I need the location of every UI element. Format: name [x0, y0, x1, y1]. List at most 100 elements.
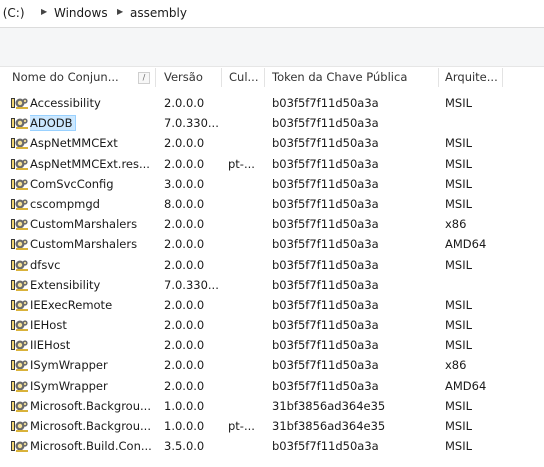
cell-name: ISymWrapper [30, 378, 108, 393]
cell-architecture: AMD64 [445, 378, 487, 393]
table-row[interactable]: IIEHost 2.0.0.0 b03f5f7f11d50a3a MSIL [0, 335, 544, 355]
cell-name: CustomMarshalers [30, 217, 138, 232]
cell-architecture: MSIL [445, 338, 473, 353]
table-row[interactable]: CustomMarshalers 2.0.0.0 b03f5f7f11d50a3a x… [0, 214, 544, 234]
cell-culture [228, 315, 264, 335]
assembly-gears-icon [11, 319, 28, 332]
cell-token: b03f5f7f11d50a3a [272, 116, 379, 131]
cell-architecture: x86 [445, 358, 467, 373]
cell-token: b03f5f7f11d50a3a [272, 217, 379, 232]
table-row[interactable]: Accessibility 2.0.0.0 b03f5f7f11d50a3a MSIL [0, 93, 544, 113]
cell-culture [228, 174, 264, 194]
breadcrumb-drive[interactable]: r (C:) [0, 6, 25, 20]
assembly-gears-icon [11, 359, 28, 372]
cell-culture [228, 355, 264, 375]
column-divider[interactable] [221, 68, 222, 87]
cell-architecture: MSIL [445, 398, 473, 413]
cell-name: IEExecRemote [30, 297, 113, 312]
cell-name: Microsoft.Build.Con... [30, 439, 152, 454]
table-row[interactable]: CustomMarshalers 2.0.0.0 b03f5f7f11d50a3a A… [0, 234, 544, 254]
cell-token: 31bf3856ad364e35 [272, 398, 386, 413]
breadcrumb-assembly[interactable]: assembly [130, 6, 187, 20]
chevron-right-icon[interactable]: ▶ [117, 7, 123, 16]
column-header-name[interactable]: Nome do Conjun... [12, 67, 130, 88]
table-row[interactable]: AspNetMMCExt 2.0.0.0 b03f5f7f11d50a3a MSIL [0, 133, 544, 153]
table-row[interactable]: IEHost 2.0.0.0 b03f5f7f11d50a3a MSIL [0, 315, 544, 335]
cell-architecture: AMD64 [445, 237, 487, 252]
column-header-version[interactable]: Versão [164, 67, 220, 88]
cell-name: Microsoft.Backgrou... [30, 419, 151, 433]
cell-version: 1.0.0.0 [164, 398, 205, 413]
cell-culture [228, 295, 264, 315]
cell-name: ISymWrapper [30, 358, 108, 373]
cell-version: 7.0.330... [164, 277, 219, 292]
assembly-gears-icon [11, 158, 28, 170]
table-row[interactable]: ISymWrapper 2.0.0.0 b03f5f7f11d50a3a AMD64 [0, 376, 544, 396]
sort-indicator-icon[interactable]: / [138, 72, 150, 84]
cell-culture [228, 275, 264, 295]
column-divider[interactable] [502, 68, 503, 87]
table-row[interactable]: Microsoft.Backgrou... 1.0.0.0 pt-... 31bf38… [0, 416, 544, 436]
assembly-gears-icon [11, 117, 28, 130]
table-row[interactable]: dfsvc 2.0.0.0 b03f5f7f11d50a3a MSIL [0, 255, 544, 275]
cell-token: b03f5f7f11d50a3a [272, 439, 379, 454]
table-row[interactable]: ADODB 7.0.330... b03f5f7f11d50a3a [0, 113, 544, 133]
cell-version: 2.0.0.0 [164, 237, 205, 252]
cell-culture [228, 194, 264, 214]
table-row[interactable]: IEExecRemote 2.0.0.0 b03f5f7f11d50a3a MSIL [0, 295, 544, 315]
cell-version: 2.0.0.0 [164, 156, 205, 171]
assembly-gears-icon [11, 400, 28, 412]
cell-culture [228, 214, 264, 234]
assembly-gears-icon [11, 218, 28, 231]
assembly-gears-icon [11, 259, 28, 271]
cell-architecture: MSIL [445, 318, 473, 333]
cell-version: 2.0.0.0 [164, 96, 205, 110]
cell-name: CustomMarshalers [30, 237, 138, 252]
table-row[interactable]: ComSvcConfig 3.0.0.0 b03f5f7f11d50a3a MSIL [0, 174, 544, 194]
cell-architecture: MSIL [445, 136, 473, 151]
breadcrumb-windows[interactable]: Windows [54, 6, 108, 20]
table-row[interactable]: AspNetMMCExt.res... 2.0.0.0 pt-... b03f5f7f… [0, 154, 544, 174]
cell-culture: pt-... [228, 419, 255, 433]
assembly-gears-icon [11, 238, 28, 251]
assembly-gears-icon [11, 339, 28, 352]
cell-culture [228, 133, 264, 153]
chevron-right-icon[interactable]: ▶ [41, 7, 47, 16]
column-header-architecture[interactable]: Arquite... [445, 67, 501, 88]
cell-token: b03f5f7f11d50a3a [272, 237, 379, 252]
table-row[interactable]: Microsoft.Build.Con... 3.5.0.0 b03f5f7f11d… [0, 436, 544, 456]
column-header-culture[interactable]: Cul... [229, 67, 261, 88]
column-divider[interactable] [438, 68, 439, 87]
assembly-gears-icon [11, 198, 28, 210]
cell-version: 2.0.0.0 [164, 136, 205, 151]
column-header-token[interactable]: Token da Chave Pública [272, 67, 432, 88]
cell-architecture: MSIL [445, 297, 473, 312]
table-row[interactable]: Microsoft.Backgrou... 1.0.0.0 31bf3856ad36… [0, 396, 544, 416]
cell-culture [228, 255, 264, 275]
column-divider[interactable] [264, 68, 265, 87]
cell-culture [228, 396, 264, 416]
table-row[interactable]: Extensibility 7.0.330... b03f5f7f11d50a3a [0, 275, 544, 295]
assembly-gears-icon [11, 279, 28, 291]
table-row[interactable]: cscompmgd 8.0.0.0 b03f5f7f11d50a3a MSIL [0, 194, 544, 214]
column-divider[interactable] [155, 68, 156, 87]
assembly-list: Accessibility 2.0.0.0 b03f5f7f11d50a3a MSIL… [0, 93, 544, 456]
cell-version: 2.0.0.0 [164, 297, 205, 312]
cell-architecture: MSIL [445, 176, 473, 191]
cell-name: IIEHost [30, 338, 71, 353]
cell-culture [228, 113, 264, 133]
cell-token: b03f5f7f11d50a3a [272, 176, 379, 191]
cell-name: dfsvc [30, 257, 61, 272]
cell-version: 2.0.0.0 [164, 378, 205, 393]
cell-token: b03f5f7f11d50a3a [272, 338, 379, 353]
command-bar [0, 28, 544, 66]
cell-version: 2.0.0.0 [164, 318, 205, 333]
cell-token: b03f5f7f11d50a3a [272, 358, 379, 373]
cell-name: Microsoft.Backgrou... [30, 398, 151, 413]
cell-architecture [445, 275, 505, 295]
cell-architecture: MSIL [445, 257, 473, 272]
cell-version: 2.0.0.0 [164, 358, 205, 373]
address-bar[interactable]: r (C:) ▶ Windows ▶ assembly [0, 0, 544, 28]
table-row[interactable]: ISymWrapper 2.0.0.0 b03f5f7f11d50a3a x86 [0, 355, 544, 375]
cell-culture [228, 335, 264, 355]
